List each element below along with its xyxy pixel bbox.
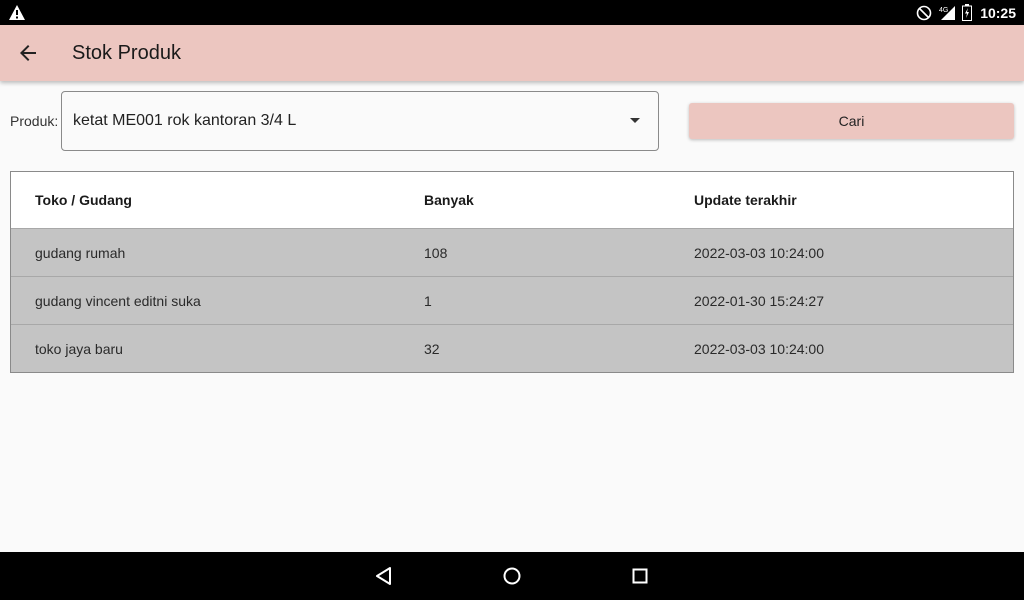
produk-selected-value: ketat ME001 rok kantoran 3/4 L bbox=[73, 112, 297, 129]
back-triangle-icon[interactable] bbox=[372, 564, 396, 588]
table-row[interactable]: toko jaya baru 32 2022-03-03 10:24:00 bbox=[11, 324, 1013, 372]
table-row[interactable]: gudang rumah 108 2022-03-03 10:24:00 bbox=[11, 228, 1013, 276]
warning-icon bbox=[9, 5, 25, 20]
status-icons: 4G 10:25 bbox=[916, 0, 1016, 25]
produk-label: Produk: bbox=[10, 113, 59, 129]
cell-update: 2022-03-03 10:24:00 bbox=[694, 244, 824, 261]
page-title: Stok Produk bbox=[72, 42, 181, 64]
clock: 10:25 bbox=[980, 4, 1016, 21]
signal-icon: 4G bbox=[939, 5, 956, 20]
cari-button[interactable]: Cari bbox=[689, 103, 1014, 139]
dropdown-caret-icon bbox=[630, 118, 640, 123]
column-header-banyak: Banyak bbox=[424, 192, 474, 208]
produk-dropdown[interactable]: ketat ME001 rok kantoran 3/4 L bbox=[61, 91, 659, 151]
status-bar: 4G 10:25 bbox=[0, 0, 1024, 25]
cell-banyak: 1 bbox=[424, 292, 432, 309]
cell-banyak: 108 bbox=[424, 244, 448, 261]
navigation-bar bbox=[0, 552, 1024, 600]
battery-icon bbox=[962, 4, 973, 21]
do-not-disturb-icon bbox=[916, 5, 932, 20]
home-circle-icon[interactable] bbox=[500, 564, 524, 588]
table-header: Toko / Gudang Banyak Update terakhir bbox=[11, 172, 1013, 228]
cell-toko: gudang vincent editni suka bbox=[35, 292, 201, 309]
column-header-update: Update terakhir bbox=[694, 192, 797, 208]
cell-banyak: 32 bbox=[424, 340, 440, 357]
table-row[interactable]: gudang vincent editni suka 1 2022-01-30 … bbox=[11, 276, 1013, 324]
cell-update: 2022-01-30 15:24:27 bbox=[694, 292, 824, 309]
recents-square-icon[interactable] bbox=[628, 564, 652, 588]
cell-toko: toko jaya baru bbox=[35, 340, 123, 357]
arrow-left-icon[interactable] bbox=[16, 41, 40, 65]
network-type: 4G bbox=[939, 7, 948, 14]
cell-update: 2022-03-03 10:24:00 bbox=[694, 340, 824, 357]
cell-toko: gudang rumah bbox=[35, 244, 126, 261]
app-bar: Stok Produk bbox=[0, 25, 1024, 81]
stock-table: Toko / Gudang Banyak Update terakhir gud… bbox=[10, 171, 1014, 373]
column-header-toko: Toko / Gudang bbox=[35, 192, 132, 208]
